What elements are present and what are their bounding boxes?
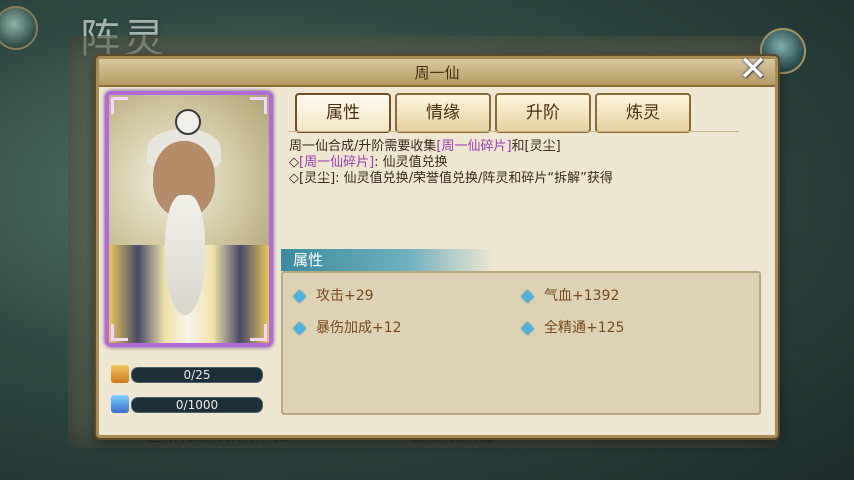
tab-divider (289, 131, 739, 132)
attributes-panel: 攻击+29 气血+1392 暴伤加成+12 全精通+125 (281, 271, 761, 415)
close-button[interactable]: ✕ (733, 51, 773, 87)
diamond-icon (521, 289, 534, 303)
acquire-description: 周一仙合成/升阶需要收集[周一仙碎片]和[灵尘] ◇[周一仙碎片]: 仙灵值兑换… (289, 139, 749, 187)
attr-hp: 气血+1392 (521, 285, 619, 305)
puzzle-piece-icon (111, 365, 129, 383)
attr-crit-damage: 暴伤加成+12 (293, 317, 402, 337)
diamond-icon (293, 321, 306, 335)
fragment-progress: 0/25 (111, 365, 263, 383)
attributes-header: 属性 (281, 249, 493, 271)
desc-line-3: ◇[灵尘]: 仙灵值兑换/荣誉值兑换/阵灵和碎片“拆解”获得 (289, 171, 613, 186)
tab-bond[interactable]: 情缘 (395, 93, 491, 133)
tab-upgrade[interactable]: 升阶 (495, 93, 591, 133)
tab-attributes[interactable]: 属性 (295, 93, 391, 133)
spirit-detail-dialog: 周一仙 ✕ 0/25 0/1000 属性 情缘 升阶 炼灵 周一仙合成/升阶需要… (96, 51, 778, 438)
portrait-beard (165, 195, 205, 315)
dialog-title-bar: 周一仙 (99, 59, 775, 87)
desc-line-2: ◇[周一仙碎片]: 仙灵值兑换 (289, 155, 448, 170)
attr-attack: 攻击+29 (293, 285, 374, 305)
diamond-icon (521, 321, 534, 335)
attr-mastery: 全精通+125 (521, 317, 624, 337)
portrait-topknot (175, 109, 201, 135)
fragment-count: 0/25 (131, 367, 263, 383)
background-menu-icon (0, 6, 38, 50)
dialog-title: 周一仙 (414, 64, 460, 82)
tab-refine[interactable]: 炼灵 (595, 93, 691, 133)
character-portrait (105, 91, 273, 347)
diamond-icon (293, 289, 306, 303)
desc-line-1: 周一仙合成/升阶需要收集[周一仙碎片]和[灵尘] (289, 139, 561, 154)
dust-progress: 0/1000 (111, 395, 263, 413)
spirit-dust-icon (111, 395, 129, 413)
dust-count: 0/1000 (131, 397, 263, 413)
